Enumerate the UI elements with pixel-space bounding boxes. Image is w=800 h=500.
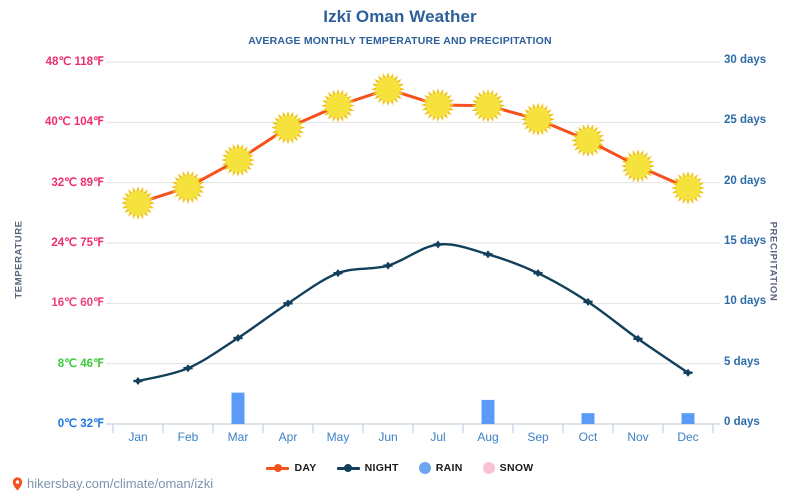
day-sun-marker-jun: [371, 72, 405, 107]
night-point-may: [333, 269, 343, 278]
legend-swatch-dot: [344, 464, 353, 472]
night-marker-bar: [583, 300, 593, 304]
rain-bar-mar: [231, 392, 245, 424]
day-sun-marker-mar: [221, 143, 255, 178]
footer-url-text: hikersbay.com/climate/oman/izki: [27, 476, 214, 491]
legend-line-swatch-night: [336, 464, 360, 473]
chart-legend: DAY NIGHT RAIN SNOW: [0, 462, 800, 474]
sun-disc: [425, 92, 451, 118]
legend-item-day[interactable]: DAY: [266, 462, 316, 474]
day-sun-marker-aug: [471, 88, 505, 123]
night-marker-bar: [283, 302, 293, 305]
night-point-jan: [133, 377, 143, 386]
sun-disc: [225, 147, 251, 173]
night-marker-bar: [683, 371, 693, 374]
sun-disc: [175, 175, 201, 200]
sun-disc: [575, 128, 601, 153]
legend-label: NIGHT: [364, 462, 399, 474]
legend-item-night[interactable]: NIGHT: [336, 462, 399, 474]
sun-disc: [325, 93, 351, 118]
legend-circle-swatch-rain: [418, 462, 431, 474]
day-sun-marker-jan: [121, 186, 155, 221]
night-marker-bar: [133, 379, 143, 383]
night-marker-bar: [183, 366, 193, 370]
day-sun-marker-nov: [621, 149, 655, 184]
night-marker-bar: [433, 243, 443, 246]
legend-item-snow[interactable]: SNOW: [482, 462, 534, 474]
sun-disc: [475, 93, 501, 118]
sun-disc: [625, 153, 651, 179]
night-point-aug: [483, 250, 493, 259]
night-marker-bar: [483, 253, 493, 256]
weather-chart: Izkī Oman Weather AVERAGE MONTHLY TEMPER…: [0, 0, 800, 500]
sun-disc: [275, 115, 301, 140]
night-marker-bar: [633, 337, 643, 340]
legend-label: SNOW: [499, 462, 534, 474]
legend-swatch-dot: [273, 464, 282, 472]
legend-label: DAY: [294, 462, 317, 474]
legend-label: RAIN: [435, 462, 463, 474]
day-sun-marker-oct: [571, 123, 605, 158]
night-point-jun: [383, 261, 393, 270]
night-marker-bar: [233, 336, 243, 340]
day-sun-marker-jul: [421, 87, 455, 122]
night-point-jul: [433, 240, 443, 249]
sun-disc: [525, 107, 551, 132]
night-temperature-line: [136, 242, 690, 383]
sun-disc: [675, 175, 701, 201]
day-sun-marker-feb: [171, 170, 205, 205]
day-sun-marker-dec: [671, 170, 705, 205]
footer-source: hikersbay.com/climate/oman/izki: [12, 476, 213, 491]
day-sun-marker-apr: [271, 110, 305, 145]
sun-disc: [125, 190, 151, 216]
night-marker-bar: [333, 271, 343, 275]
day-temperature-line: [137, 87, 689, 205]
plot-area: [106, 61, 720, 433]
rain-bar-oct: [581, 413, 595, 424]
night-marker-bar: [533, 271, 543, 275]
day-sun-marker-sep: [521, 102, 555, 137]
legend-item-rain[interactable]: RAIN: [418, 462, 463, 474]
location-pin-icon: [12, 476, 23, 491]
rain-bar-dec: [681, 413, 695, 424]
night-marker-bar: [383, 264, 393, 267]
day-sun-marker-may: [321, 88, 355, 123]
legend-circle-swatch-snow: [482, 462, 495, 474]
legend-line-swatch-day: [266, 464, 290, 473]
sun-disc: [375, 77, 401, 102]
rain-bar-aug: [481, 399, 495, 424]
